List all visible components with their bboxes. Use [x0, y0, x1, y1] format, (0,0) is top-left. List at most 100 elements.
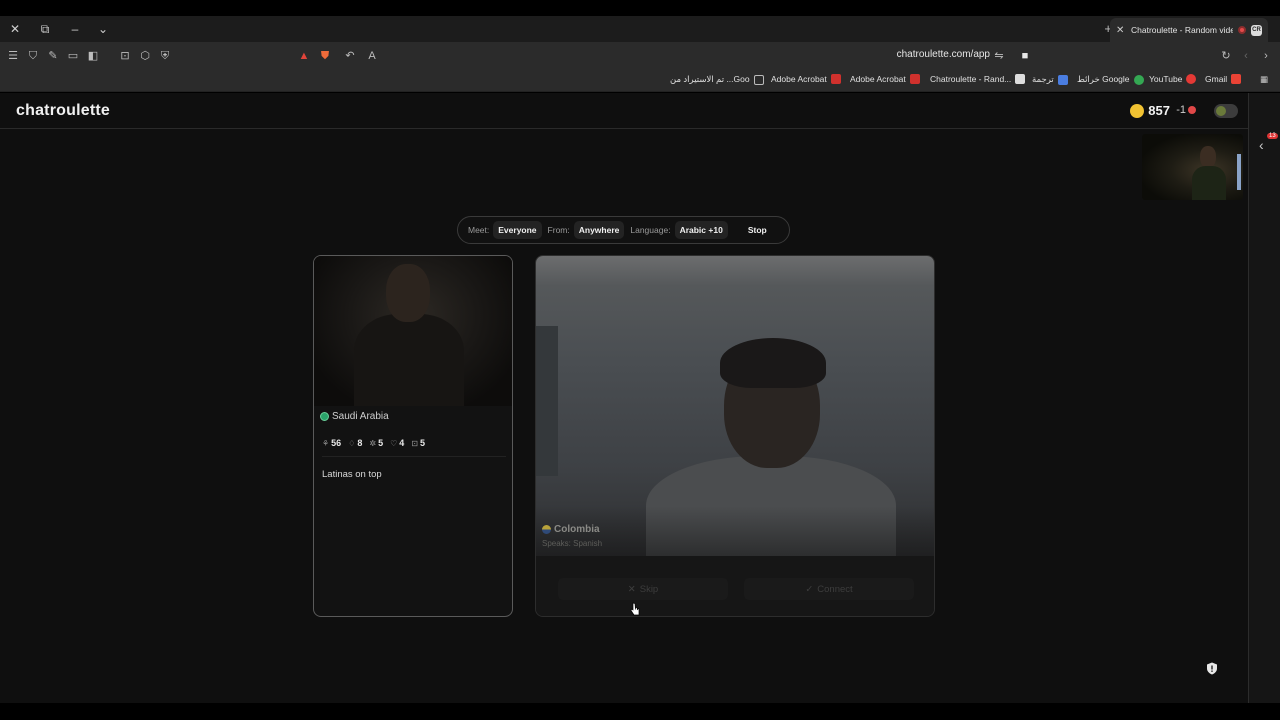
skip-button[interactable]: ✕ Skip	[558, 578, 728, 600]
penalty-icon	[1188, 106, 1196, 114]
reload-icon[interactable]: ↻	[1219, 49, 1233, 63]
video-language: Speaks: Spanish	[542, 539, 603, 548]
stat-users: ⚘ 56	[322, 438, 341, 448]
stat-value: 5	[419, 438, 425, 448]
bookmark-translate[interactable]: ترجمة	[1032, 74, 1068, 85]
close-tab-icon[interactable]: ✕	[1116, 25, 1126, 36]
tab-list-chevron-icon[interactable]: ⌄	[94, 20, 112, 38]
bookmark-label: تم الاستيراد من ...Goo	[670, 74, 750, 84]
brave-rewards-icon[interactable]: ▲	[297, 49, 311, 63]
bookmark-label: Adobe Acrobat	[850, 74, 906, 84]
adobe-icon	[830, 74, 841, 84]
self-camera-preview	[1142, 134, 1243, 200]
meet-selector[interactable]: Everyone	[493, 221, 542, 239]
browser-toolbar: ☰ ⛉ ✎ ▭ ◧ ⊡ ⬡ ⛨ ▲ ⛊ ↶ A chatroulette.com…	[0, 42, 1280, 70]
stat-hearts: ♡ 4	[390, 438, 404, 448]
heart-icon: ♡	[390, 439, 398, 448]
video-wall	[536, 326, 558, 476]
shield-extension-icon[interactable]: ⛉	[26, 49, 40, 63]
connect-button[interactable]: ✓ Connect	[744, 578, 914, 600]
gift-icon: ⊡	[411, 439, 418, 448]
penalty-indicator: -1	[1176, 104, 1196, 116]
bookmark-gmail[interactable]: Gmail	[1205, 74, 1242, 84]
sidebar-icon[interactable]: ◧	[86, 49, 100, 63]
stat-gems: ♢ 8	[348, 438, 362, 448]
notification-badge: 13	[1267, 133, 1278, 139]
restore-window-icon[interactable]: ⧉	[36, 20, 54, 38]
bookmark-label: Chatroulette - Rand...	[930, 74, 1012, 84]
partner-country: Saudi Arabia	[320, 411, 389, 422]
window-light	[1237, 154, 1241, 190]
star-icon: ✲	[369, 439, 377, 448]
partner-stats: ⚘ 56 ♢ 8 ✲ 5 ♡ 4 ⊡ 5	[322, 438, 506, 457]
video-country-name: Colombia	[554, 524, 600, 535]
self-face	[1200, 146, 1216, 168]
stat-value: 8	[357, 438, 363, 448]
colombia-flag-icon	[542, 525, 551, 534]
gmail-icon	[1231, 74, 1242, 84]
stat-value: 56	[331, 438, 342, 448]
active-tab[interactable]: ✕ Chatroulette - Random video CR	[1110, 18, 1268, 42]
screen-top-border	[0, 0, 1280, 16]
translate-icon[interactable]: A	[365, 49, 379, 63]
side-panel: ‹ 13	[1248, 93, 1280, 703]
stat-gifts: ⊡ 5	[411, 438, 425, 448]
language-label: Language:	[630, 225, 671, 235]
screenshot-icon[interactable]: ⊡	[118, 49, 132, 63]
google-translate-icon	[1057, 74, 1068, 85]
address-bar[interactable]: chatroulette.com/app	[897, 49, 990, 60]
tab-icon[interactable]: ▭	[66, 49, 80, 63]
extensions-icon[interactable]: ⬡	[138, 49, 152, 63]
browser-tab-bar: ✕ ⧉ – ⌄ + ✕ Chatroulette - Random video …	[0, 16, 1280, 42]
chatroulette-app: chatroulette 857 -1 ‹ 13 Meet: Everyone …	[0, 93, 1280, 703]
menu-icon[interactable]: ☰	[6, 49, 20, 63]
bookmark-label: ترجمة	[1032, 74, 1054, 84]
theme-toggle[interactable]	[1214, 104, 1238, 118]
stop-button[interactable]: Stop	[748, 225, 767, 235]
minimize-window-icon[interactable]: –	[66, 20, 84, 38]
back-icon[interactable]: ‹	[1239, 49, 1253, 63]
vpn-shield-icon[interactable]: ⛨	[158, 49, 172, 63]
partner-photo	[314, 256, 512, 406]
brave-shield-icon[interactable]: ⛊	[318, 49, 332, 63]
country-name: Saudi Arabia	[332, 411, 389, 422]
coin-count: 857	[1148, 103, 1170, 118]
forward-icon[interactable]: ›	[1259, 49, 1273, 63]
bookmark-chatroulette[interactable]: Chatroulette - Rand...	[930, 74, 1026, 84]
coin-balance[interactable]: 857	[1130, 103, 1170, 118]
bookmark-maps[interactable]: خرائط Google	[1077, 74, 1144, 85]
pen-icon[interactable]: ✎	[46, 49, 60, 63]
bookmark-icon[interactable]: ■	[1018, 49, 1032, 63]
video-person-hair	[720, 338, 826, 388]
site-settings-icon[interactable]: ⇋	[992, 49, 1006, 63]
mouse-cursor-icon	[630, 602, 640, 616]
youtube-icon	[1186, 74, 1197, 84]
video-country: Colombia	[542, 524, 600, 535]
safety-shield-icon[interactable]	[1206, 662, 1218, 675]
share-icon[interactable]: ↶	[343, 49, 357, 63]
from-selector[interactable]: Anywhere	[573, 221, 625, 239]
logo[interactable]: chatroulette	[16, 102, 110, 120]
saudi-flag-icon	[320, 412, 329, 421]
bookmark-adobe-1[interactable]: Adobe Acrobat	[771, 74, 841, 84]
app-header: chatroulette 857 -1	[0, 93, 1270, 129]
tab-title: Chatroulette - Random video	[1131, 25, 1233, 35]
self-body	[1192, 166, 1226, 200]
gem-icon: ♢	[348, 439, 356, 448]
bookmark-imported[interactable]: تم الاستيراد من ...Goo	[670, 74, 764, 85]
close-window-icon[interactable]: ✕	[6, 20, 24, 38]
photo-hoodie	[354, 314, 464, 406]
bookmark-adobe-2[interactable]: Adobe Acrobat	[850, 74, 920, 84]
skip-label: Skip	[639, 583, 659, 595]
expand-panel-chevron-icon[interactable]: ‹	[1259, 137, 1264, 153]
check-icon: ✓	[805, 583, 814, 595]
partner-video-stream: Colombia Speaks: Spanish	[536, 256, 934, 566]
language-selector[interactable]: Arabic +10	[674, 221, 728, 239]
maps-icon	[1133, 74, 1144, 85]
all-bookmarks-icon[interactable]: ▦	[1260, 74, 1268, 85]
bookmark-label: YouTube	[1149, 74, 1183, 84]
partner-video-card: Colombia Speaks: Spanish ✕ Skip ✓ Connec…	[535, 255, 935, 617]
bookmark-youtube[interactable]: YouTube	[1149, 74, 1197, 84]
stat-value: 5	[378, 438, 384, 448]
from-label: From:	[547, 225, 570, 235]
